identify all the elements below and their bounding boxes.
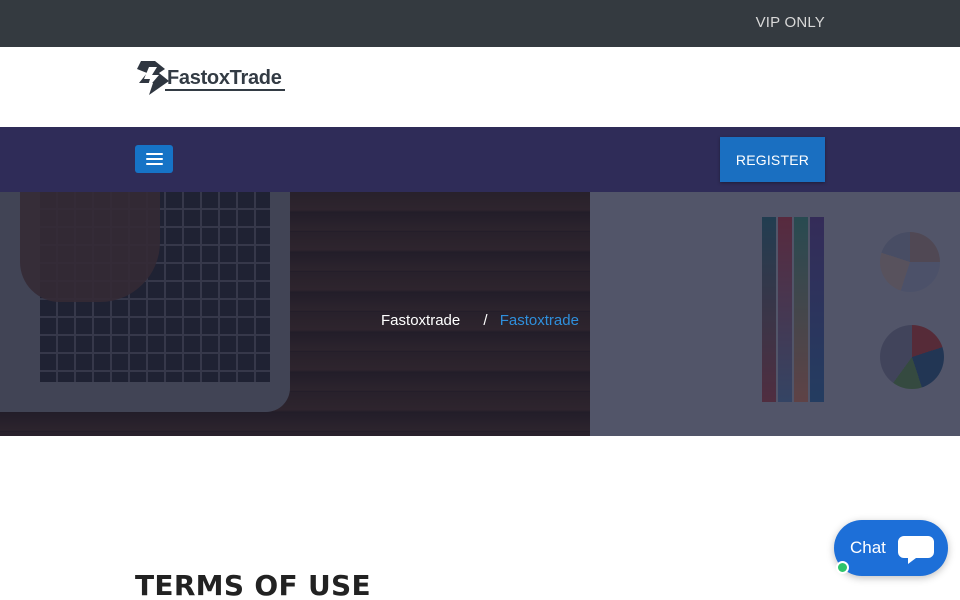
top-bar: VIP ONLY [0,0,960,47]
hamburger-icon-line [145,158,163,160]
page-title: TERMS OF USE [135,569,371,600]
breadcrumb-home-link[interactable]: Fastoxtrade [381,312,460,329]
breadcrumb-current: Fastoxtrade [499,312,579,329]
breadcrumb-separator: / [483,312,488,329]
vip-only-link[interactable]: VIP ONLY [756,14,825,31]
hamburger-icon-line [145,153,163,155]
online-status-dot [836,561,849,574]
menu-toggle-button[interactable] [135,145,173,173]
chat-label: Chat [850,538,886,557]
hero-banner: Fastoxtrade / Fastoxtrade [0,192,960,436]
breadcrumb: Fastoxtrade / Fastoxtrade [0,312,960,329]
brand-bar: FastoxTrade [0,47,960,127]
chat-bubble-icon [898,536,934,564]
lightning-logo-icon [137,61,169,95]
logo-underline [165,89,285,91]
chat-widget-button[interactable]: Chat [834,520,948,576]
hamburger-icon-line [145,163,163,165]
site-logo[interactable]: FastoxTrade [135,58,295,98]
nav-bar: REGISTER [0,127,960,192]
logo-text: FastoxTrade [167,66,282,89]
register-button[interactable]: REGISTER [720,137,825,182]
